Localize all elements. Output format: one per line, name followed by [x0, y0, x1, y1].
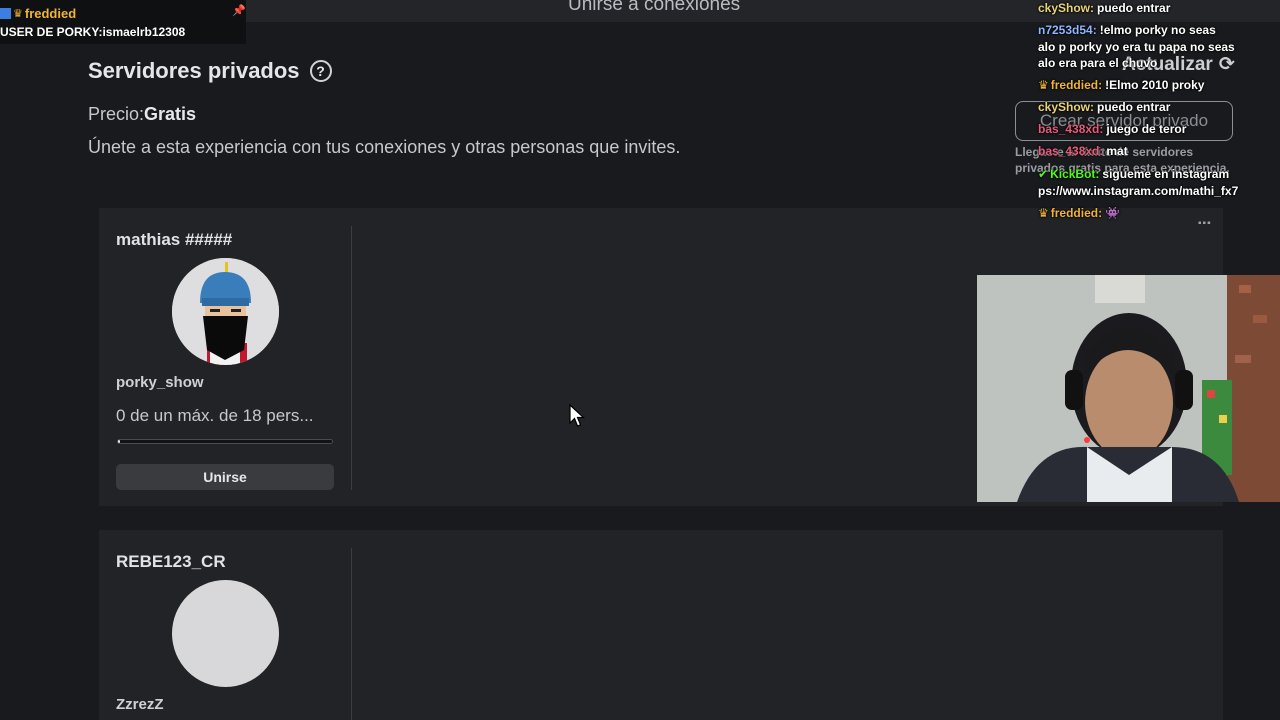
chat-message: ps://www.instagram.com/mathi_fx7	[1038, 184, 1238, 198]
chat-text: mat	[1106, 144, 1128, 158]
chat-text: alo p porky yo era tu papa no seas	[1038, 40, 1235, 54]
join-button[interactable]: Unirse	[116, 464, 334, 490]
chat-text: !elmo porky no seas	[1099, 23, 1216, 37]
webcam-feed	[977, 275, 1280, 502]
streamer-name: freddied	[24, 5, 77, 21]
chat-username[interactable]: bas_438xd:	[1038, 144, 1103, 158]
crown-icon: ♛	[1038, 78, 1049, 92]
price-value: Gratis	[144, 104, 197, 124]
section-title: Servidores privados ?	[88, 58, 332, 84]
refresh-icon: ⟳	[1218, 54, 1235, 75]
chat-username[interactable]: KickBot:	[1050, 167, 1099, 181]
server-user[interactable]: ZzrezZ	[116, 696, 164, 713]
stream-overlay-tag: ♛ freddied 📌 USER DE PORKY:ismaelrb12308	[0, 0, 246, 44]
avatar[interactable]	[172, 258, 279, 365]
streamer-row: ♛ freddied	[0, 4, 76, 22]
chat-message: ✔ KickBot: sigueme en instagram	[1038, 167, 1229, 181]
chat-message: ♛ freddied: 👾	[1038, 206, 1120, 220]
chat-text: juego de teror	[1106, 122, 1187, 136]
chat-message: alo era para el chuvo	[1038, 56, 1157, 70]
divider	[351, 548, 352, 720]
section-title-text: Servidores privados	[88, 58, 300, 83]
mouse-cursor-icon	[569, 404, 585, 427]
chat-username[interactable]: ckyShow:	[1038, 1, 1094, 15]
price: Precio:Gratis	[88, 104, 196, 125]
crown-icon: ♛	[13, 7, 23, 20]
chat-message: ckyShow: puedo entrar	[1038, 1, 1170, 15]
chat-username[interactable]: bas_438xd:	[1038, 122, 1103, 136]
avatar[interactable]	[172, 580, 279, 687]
chat-message: ckyShow: puedo entrar	[1038, 100, 1170, 114]
overlay-user-line: USER DE PORKY:ismaelrb12308	[0, 25, 186, 39]
crown-icon: ♛	[1038, 206, 1049, 220]
player-progress-bar	[117, 439, 333, 444]
player-progress-fill	[118, 440, 121, 443]
avatar-image	[172, 258, 279, 365]
webcam-image	[977, 275, 1280, 502]
chat-text: ps://www.instagram.com/mathi_fx7	[1038, 184, 1239, 198]
chat-text: sigueme en instagram	[1102, 167, 1230, 181]
kickbot-icon: ✔	[1038, 167, 1049, 181]
chat-username[interactable]: freddied:	[1051, 78, 1102, 92]
chat-username[interactable]: ckyShow:	[1038, 100, 1094, 114]
chat-text: puedo entrar	[1097, 100, 1171, 114]
chat-username[interactable]: freddied:	[1051, 206, 1102, 220]
chat-message: alo p porky yo era tu papa no seas	[1038, 40, 1235, 54]
page-title: Unirse a conexiones	[568, 0, 741, 15]
server-owner: mathias #####	[116, 230, 233, 249]
chat-message: ♛ freddied: !Elmo 2010 proky	[1038, 78, 1204, 92]
chat-text: !Elmo 2010 proky	[1105, 78, 1205, 92]
server-user[interactable]: porky_show	[116, 374, 204, 391]
help-icon[interactable]: ?	[309, 60, 332, 82]
chat-message: n7253d54: !elmo porky no seas	[1038, 23, 1216, 37]
price-label: Precio:	[88, 104, 145, 124]
player-count: 0 de un máx. de 18 pers...	[116, 406, 314, 425]
kick-logo-icon	[0, 7, 11, 19]
chat-more-icon[interactable]: ▪▪▪	[1198, 218, 1212, 229]
chat-username[interactable]: n7253d54:	[1038, 23, 1097, 37]
server-owner: REBE123_CR	[116, 552, 226, 571]
chat-message: bas_438xd: juego de teror	[1038, 122, 1186, 136]
pin-icon: 📌	[232, 5, 246, 17]
section-description: Únete a esta experiencia con tus conexio…	[88, 137, 681, 157]
chat-text: puedo entrar	[1097, 1, 1171, 15]
chat-message: bas_438xd: mat	[1038, 144, 1128, 158]
server-card: REBE123_CR ZzrezZ	[99, 530, 1223, 720]
divider	[351, 226, 352, 490]
chat-text: alo era para el chuvo	[1038, 56, 1158, 70]
chat-text: 👾	[1105, 206, 1121, 220]
